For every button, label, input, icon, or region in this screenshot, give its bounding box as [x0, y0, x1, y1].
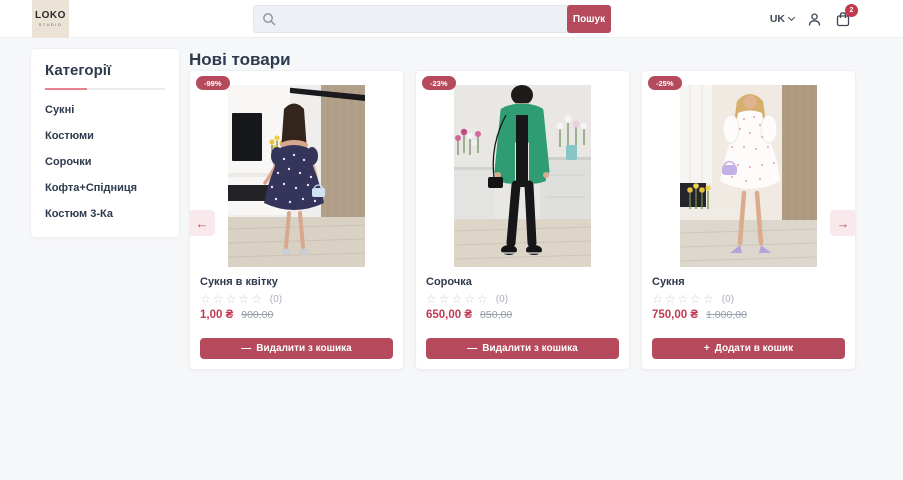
page-title: Нові товари: [189, 50, 291, 69]
product-name[interactable]: Сорочка: [426, 276, 619, 288]
rating-count: (0): [495, 293, 509, 305]
search-button[interactable]: Пошук: [567, 5, 611, 33]
old-price: 1.000,00: [706, 309, 747, 321]
product-name[interactable]: Сукня в квітку: [200, 276, 393, 288]
product-photo-polka-dot-dress[interactable]: [228, 85, 365, 267]
rating-row: ☆☆☆☆☆ (0): [652, 293, 845, 305]
button-label: Видалити з кошика: [256, 343, 352, 354]
sidebar-divider: [45, 88, 165, 90]
cart-count-badge: 2: [845, 4, 858, 17]
product-card: -23% Сорочка ☆☆☆☆☆ (0) 650,00 ₴ 850,00 —…: [415, 70, 630, 370]
current-price: 750,00 ₴: [652, 309, 699, 321]
star-rating-icons: ☆☆☆☆☆: [200, 292, 264, 306]
rating-count: (0): [721, 293, 735, 305]
price-row: 750,00 ₴ 1.000,00: [652, 309, 845, 321]
add-icon: +: [703, 343, 710, 354]
button-label: Видалити з кошика: [482, 343, 578, 354]
price-row: 650,00 ₴ 850,00: [426, 309, 619, 321]
add-to-cart-button[interactable]: + Додати в кошик: [652, 338, 845, 359]
price-row: 1,00 ₴ 900,00: [200, 309, 393, 321]
categories-sidebar: Категорії Сукні Костюми Сорочки Кофта+Сп…: [30, 48, 180, 238]
rating-row: ☆☆☆☆☆ (0): [200, 293, 393, 305]
rating-count: (0): [269, 293, 283, 305]
chevron-down-icon: [787, 13, 796, 22]
sidebar-item-suits[interactable]: Костюми: [45, 130, 165, 142]
button-label: Додати в кошик: [714, 343, 794, 354]
sidebar-item-shirts[interactable]: Сорочки: [45, 156, 165, 168]
product-card: -25% Сукня ☆☆☆☆☆ (0) 750,00 ₴ 1.000,00 +…: [641, 70, 856, 370]
sidebar-item-top-skirt[interactable]: Кофта+Спідниця: [45, 182, 165, 194]
user-icon: [808, 12, 821, 26]
remove-icon: —: [241, 343, 252, 354]
discount-badge: -23%: [422, 76, 456, 90]
sidebar-item-suit-3[interactable]: Костюм 3-Ка: [45, 208, 165, 220]
product-photo-white-floral-dress[interactable]: [680, 85, 817, 267]
header: LOKO STUDIO Пошук UK 2: [0, 0, 903, 38]
product-card: -99% Сукня в квітку ☆☆☆☆☆ (0) 1,00 ₴ 900…: [189, 70, 404, 370]
rating-row: ☆☆☆☆☆ (0): [426, 293, 619, 305]
arrow-left-icon: ←: [195, 215, 209, 231]
current-price: 650,00 ₴: [426, 309, 473, 321]
arrow-right-icon: →: [836, 215, 850, 231]
logo-text: LOKO: [35, 10, 66, 21]
discount-badge: -25%: [648, 76, 682, 90]
language-label: UK: [769, 13, 785, 25]
current-price: 1,00 ₴: [200, 309, 234, 321]
star-rating-icons: ☆☆☆☆☆: [652, 292, 716, 306]
product-carousel: -99% Сукня в квітку ☆☆☆☆☆ (0) 1,00 ₴ 900…: [189, 70, 856, 370]
search-input[interactable]: [253, 5, 611, 33]
discount-badge: -99%: [196, 76, 230, 90]
logo-subtext: STUDIO: [38, 22, 63, 27]
search-bar: Пошук: [253, 5, 611, 33]
product-name[interactable]: Сукня: [652, 276, 845, 288]
logo[interactable]: LOKO STUDIO: [32, 0, 69, 38]
carousel-prev-button[interactable]: ←: [189, 210, 215, 236]
cart: 2: [835, 4, 858, 27]
header-nav: UK 2: [769, 0, 858, 38]
sidebar-title: Категорії: [45, 62, 112, 79]
remove-icon: —: [467, 343, 478, 354]
star-rating-icons: ☆☆☆☆☆: [426, 292, 490, 306]
old-price: 850,00: [480, 309, 513, 321]
old-price: 900,00: [241, 309, 274, 321]
language-selector[interactable]: UK: [769, 13, 796, 25]
product-photo-green-shirt[interactable]: [454, 85, 591, 267]
sidebar-item-dresses[interactable]: Сукні: [45, 104, 165, 116]
account-button[interactable]: [807, 12, 822, 27]
remove-from-cart-button[interactable]: — Видалити з кошика: [426, 338, 619, 359]
page: LOKO STUDIO Пошук UK 2 Категорії Сукні К…: [0, 0, 903, 480]
remove-from-cart-button[interactable]: — Видалити з кошика: [200, 338, 393, 359]
carousel-next-button[interactable]: →: [830, 210, 856, 236]
